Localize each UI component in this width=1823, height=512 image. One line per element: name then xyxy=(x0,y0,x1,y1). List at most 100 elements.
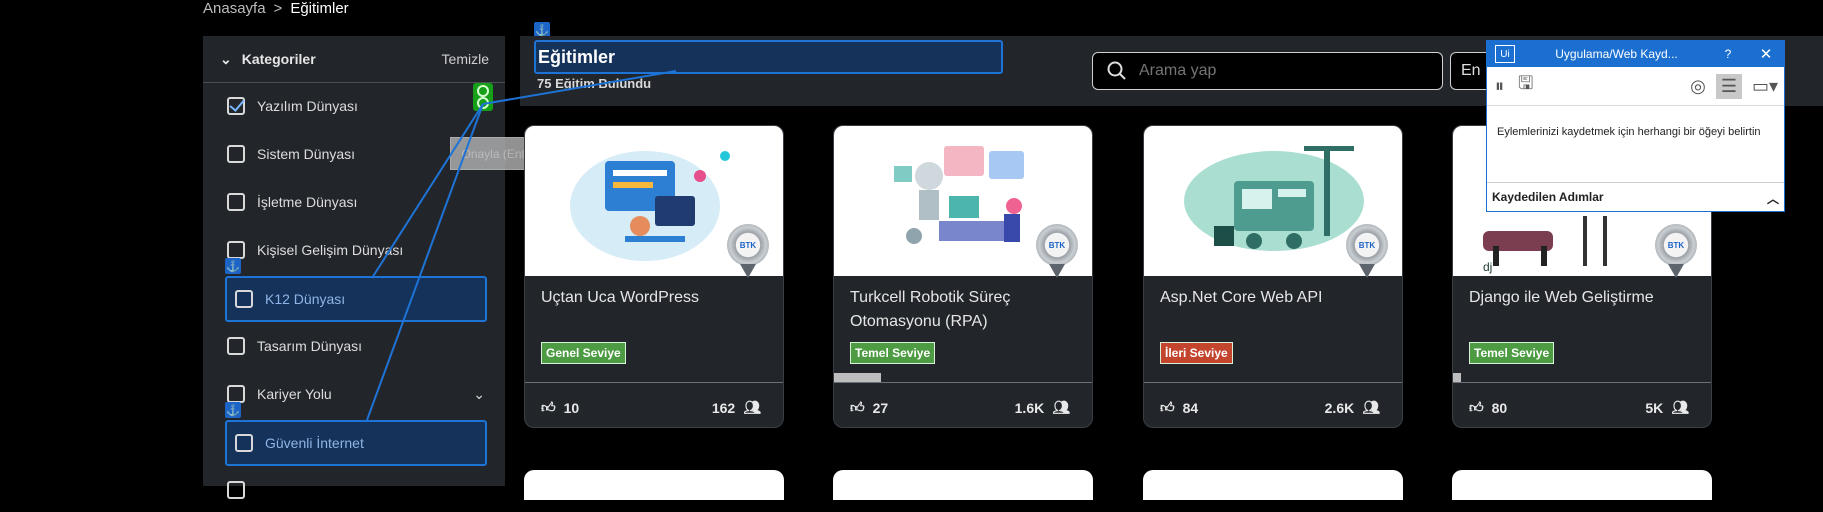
course-card-next[interactable] xyxy=(833,470,1093,500)
breadcrumb: Anasayfa > Eğitimler xyxy=(203,0,349,17)
list-view-icon[interactable]: ☰ xyxy=(1715,73,1742,99)
category-title: Kategoriler xyxy=(241,51,316,67)
svg-text:dj: dj xyxy=(1483,260,1492,274)
page-title: Eğitimler xyxy=(534,40,1003,74)
category-header: ⌄ Kategoriler Temizle xyxy=(203,36,505,83)
recorder-message: Eylemlerinizi kaydetmek için herhangi bi… xyxy=(1497,126,1761,138)
users-icon: 👥︎ xyxy=(1052,399,1070,415)
checkbox[interactable] xyxy=(235,434,253,452)
course-card-next[interactable] xyxy=(1143,470,1403,500)
chevron-down-icon[interactable]: ⌄ xyxy=(473,386,485,403)
likes-count: 80 xyxy=(1491,399,1508,416)
level-badge: Temel Seviye xyxy=(1469,342,1555,364)
checkbox[interactable] xyxy=(227,241,245,259)
category-label: Güvenli İnternet xyxy=(265,435,364,451)
course-thumbnail: BTK xyxy=(834,126,1092,278)
category-label: K12 Dünyası xyxy=(265,291,346,307)
recorded-steps-header[interactable]: Kaydedilen Adımlar ︿ xyxy=(1487,182,1784,214)
students: 5K 👥︎ xyxy=(1645,399,1689,416)
course-card-next[interactable] xyxy=(524,470,784,500)
chevron-down-icon: ⌄ xyxy=(220,50,232,67)
course-card-next[interactable] xyxy=(1452,470,1712,500)
course-thumbnail: BTK xyxy=(1144,126,1402,278)
likes[interactable]: 👍︎ 27 xyxy=(850,399,888,416)
users-icon: 👥︎ xyxy=(1671,399,1689,415)
category-label: İşletme Dünyası xyxy=(257,194,358,210)
target-icon[interactable] xyxy=(473,83,493,111)
btk-badge: BTK xyxy=(1346,224,1388,278)
chevron-up-icon[interactable]: ︿ xyxy=(1767,190,1779,207)
category-label: Tasarım Dünyası xyxy=(257,338,363,354)
category-item-kariyer[interactable]: Kariyer Yolu ⌄ xyxy=(227,372,489,416)
likes[interactable]: 👍︎ 80 xyxy=(1469,399,1507,416)
recorder-panel: Ui Uygulama/Web Kayd... ? ✕ ⏸ 🖫︎ ◎ ☰ ▭▾ … xyxy=(1486,40,1785,212)
close-button[interactable]: ✕ xyxy=(1748,45,1784,63)
students-count: 2.6K xyxy=(1324,399,1355,416)
category-item-isletme[interactable]: İşletme Dünyası xyxy=(227,180,489,224)
divider xyxy=(525,382,783,383)
search-icon xyxy=(1107,61,1126,80)
likes-count: 84 xyxy=(1182,399,1199,416)
btk-badge: BTK xyxy=(727,224,769,278)
checkbox[interactable] xyxy=(227,337,245,355)
category-item-k12[interactable]: K12 Dünyası xyxy=(225,276,487,322)
divider xyxy=(834,382,1092,383)
breadcrumb-current: Eğitimler xyxy=(290,0,349,17)
checkbox[interactable] xyxy=(227,481,245,499)
checkbox[interactable] xyxy=(235,290,253,308)
help-button[interactable]: ? xyxy=(1708,47,1748,61)
recorder-title: Uygulama/Web Kayd... xyxy=(1555,47,1678,61)
recorded-steps-label: Kaydedilen Adımlar xyxy=(1492,190,1604,204)
students-count: 1.6K xyxy=(1014,399,1045,416)
progress-bar xyxy=(1453,373,1461,382)
students-count: 162 xyxy=(711,399,736,416)
category-sidebar: ⌄ Kategoriler Temizle Yazılım Dünyası Si… xyxy=(203,36,505,499)
users-icon: 👥︎ xyxy=(743,399,761,415)
users-icon: 👥︎ xyxy=(1362,399,1380,415)
course-card[interactable]: BTK Turkcell Robotik Süreç Otomasyonu (R… xyxy=(833,125,1093,428)
students: 162 👥︎ xyxy=(712,399,761,416)
category-label: Yazılım Dünyası xyxy=(257,98,358,114)
course-name: Asp.Net Core Web API xyxy=(1160,289,1323,306)
search-input[interactable] xyxy=(1137,61,1421,81)
thumbs-up-icon: 👍︎ xyxy=(541,399,556,415)
search-box[interactable] xyxy=(1092,52,1443,90)
category-item-partial[interactable] xyxy=(227,468,489,512)
recorder-titlebar: Ui Uygulama/Web Kayd... ? ✕ xyxy=(1487,41,1784,67)
uipath-logo: Ui xyxy=(1495,45,1515,63)
category-item-yazilim[interactable]: Yazılım Dünyası xyxy=(227,84,489,128)
checkbox[interactable] xyxy=(227,97,245,115)
recorder-toolbar: ⏸ 🖫︎ ◎ ☰ ▭▾ xyxy=(1487,67,1784,106)
category-label: Kişisel Gelişim Dünyası xyxy=(257,242,404,258)
course-thumbnail: BTK xyxy=(525,126,783,278)
course-card[interactable]: BTK Asp.Net Core Web API İleri Seviye 👍︎… xyxy=(1143,125,1403,428)
divider xyxy=(1453,382,1711,383)
checkbox[interactable] xyxy=(227,385,245,403)
category-item-kisisel[interactable]: Kişisel Gelişim Dünyası xyxy=(227,228,489,272)
divider xyxy=(1144,382,1402,383)
likes[interactable]: 👍︎ 84 xyxy=(1160,399,1198,416)
pause-icon[interactable]: ⏸ xyxy=(1495,76,1504,97)
progress-bar xyxy=(834,373,881,382)
category-item-guvenli[interactable]: Güvenli İnternet xyxy=(225,420,487,466)
category-item-tasarim[interactable]: Tasarım Dünyası xyxy=(227,324,489,368)
category-label: Kariyer Yolu xyxy=(257,386,332,402)
level-badge: Temel Seviye xyxy=(850,342,936,364)
breadcrumb-home[interactable]: Anasayfa xyxy=(203,0,266,17)
save-icon[interactable]: 🖫︎ xyxy=(1518,71,1533,101)
likes[interactable]: 👍︎ 10 xyxy=(541,399,579,416)
students: 1.6K 👥︎ xyxy=(1015,399,1070,416)
students-count: 5K xyxy=(1645,399,1664,416)
course-card[interactable]: BTK Uçtan Uca WordPress Genel Seviye 👍︎ … xyxy=(524,125,784,428)
clear-filters-button[interactable]: Temizle xyxy=(442,51,489,67)
screen-capture-icon[interactable]: ▭▾ xyxy=(1752,76,1778,97)
checkbox[interactable] xyxy=(227,193,245,211)
btk-badge: BTK xyxy=(1036,224,1078,278)
likes-count: 27 xyxy=(872,399,889,416)
anchor-icon: ⚓ xyxy=(225,402,241,418)
anchor-icon: ⚓ xyxy=(225,258,241,274)
target-settings-icon[interactable]: ◎ xyxy=(1690,76,1706,97)
category-toggle[interactable]: ⌄ Kategoriler xyxy=(220,51,316,68)
checkbox[interactable] xyxy=(227,145,245,163)
btk-badge: BTK xyxy=(1655,224,1697,278)
